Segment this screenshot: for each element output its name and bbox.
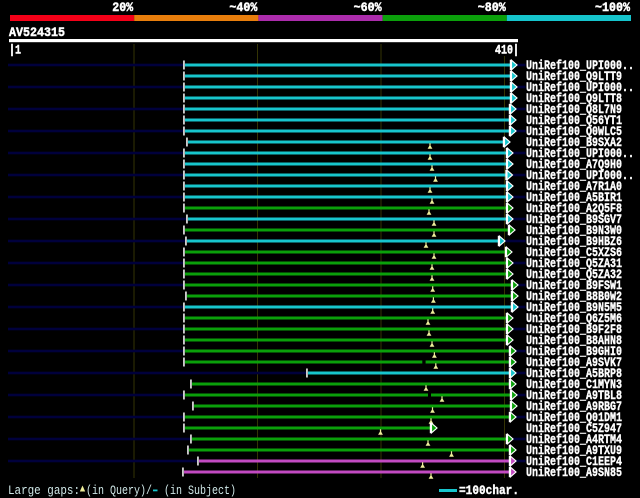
svg-text:(in Subject): (in Subject) [164,484,236,498]
svg-text:AV524315: AV524315 [9,25,65,40]
svg-text:=100char.: =100char. [459,483,519,498]
svg-text:Large gaps:: Large gaps: [8,484,80,498]
svg-text:~100%: ~100% [595,0,630,15]
svg-text:20%: 20% [112,0,133,15]
svg-text:UniRef100_A9SN85: UniRef100_A9SN85 [526,465,622,480]
svg-text:~60%: ~60% [354,0,382,15]
svg-text:~40%: ~40% [229,0,257,15]
svg-text:410|: 410| [495,43,519,58]
svg-text:(in Query)/: (in Query)/ [86,484,152,498]
svg-text:|1: |1 [9,43,21,58]
svg-text:~80%: ~80% [478,0,506,15]
